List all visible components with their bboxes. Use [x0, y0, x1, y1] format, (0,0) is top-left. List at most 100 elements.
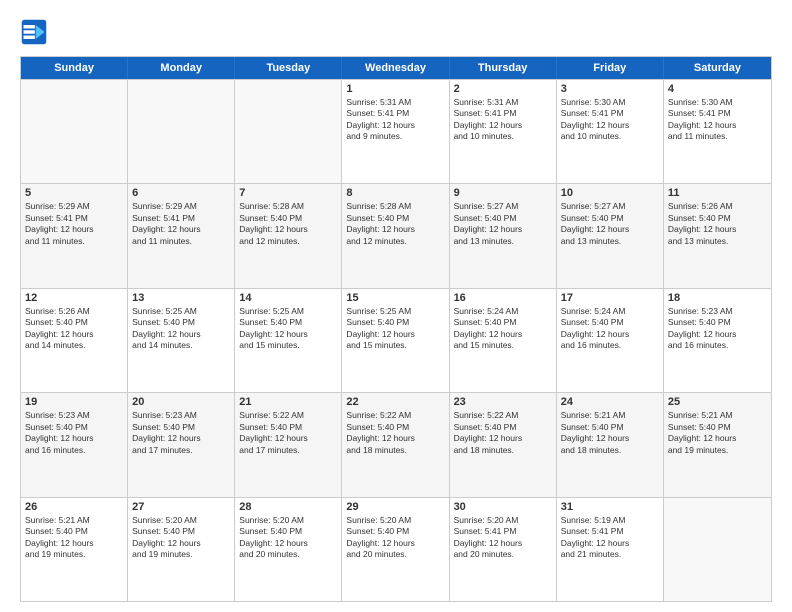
cell-text-line: and 20 minutes.: [346, 549, 444, 560]
calendar-header: SundayMondayTuesdayWednesdayThursdayFrid…: [21, 57, 771, 79]
cell-text-line: Sunrise: 5:20 AM: [239, 515, 337, 526]
cell-text-line: Daylight: 12 hours: [561, 120, 659, 131]
cell-text-line: and 17 minutes.: [132, 445, 230, 456]
cell-text-line: Sunset: 5:40 PM: [239, 422, 337, 433]
cell-text-line: and 16 minutes.: [668, 340, 767, 351]
cell-text-line: and 19 minutes.: [668, 445, 767, 456]
calendar-body: 1Sunrise: 5:31 AMSunset: 5:41 PMDaylight…: [21, 79, 771, 601]
cell-text-line: and 14 minutes.: [132, 340, 230, 351]
cell-text-line: Daylight: 12 hours: [239, 224, 337, 235]
day-number: 6: [132, 187, 230, 199]
cell-text-line: Daylight: 12 hours: [668, 329, 767, 340]
cell-text-line: Sunrise: 5:28 AM: [346, 201, 444, 212]
cal-cell-1-6: 3 Sunrise: 5:30 AMSunset: 5:41 PMDaylight…: [557, 80, 664, 183]
calendar: SundayMondayTuesdayWednesdayThursdayFrid…: [20, 56, 772, 602]
calendar-row-2: 5Sunrise: 5:29 AMSunset: 5:41 PMDaylight…: [21, 183, 771, 287]
cell-text-line: Sunset: 5:40 PM: [454, 213, 552, 224]
cell-text-line: and 15 minutes.: [239, 340, 337, 351]
cal-cell-4-2: 20Sunrise: 5:23 AMSunset: 5:40 PMDayligh…: [128, 393, 235, 496]
cell-text-line: Sunset: 5:40 PM: [454, 422, 552, 433]
cell-text-line: and 12 minutes.: [346, 236, 444, 247]
day-number: 5: [25, 187, 123, 199]
cal-cell-4-3: 21Sunrise: 5:22 AMSunset: 5:40 PMDayligh…: [235, 393, 342, 496]
cell-text-line: Sunrise: 5:23 AM: [25, 410, 123, 421]
cell-text-line: and 11 minutes.: [132, 236, 230, 247]
cell-text-line: Sunrise: 5:20 AM: [132, 515, 230, 526]
header-day-wednesday: Wednesday: [342, 57, 449, 79]
day-number: 13: [132, 292, 230, 304]
cell-text-line: Sunrise: 5:25 AM: [239, 306, 337, 317]
cal-cell-5-3: 28Sunrise: 5:20 AMSunset: 5:40 PMDayligh…: [235, 498, 342, 601]
cell-text-line: Sunset: 5:40 PM: [454, 317, 552, 328]
cal-cell-5-2: 27Sunrise: 5:20 AMSunset: 5:40 PMDayligh…: [128, 498, 235, 601]
cell-text-line: Sunrise: 5:31 AM: [346, 97, 444, 108]
cell-text-line: and 16 minutes.: [25, 445, 123, 456]
cal-cell-4-6: 24Sunrise: 5:21 AMSunset: 5:40 PMDayligh…: [557, 393, 664, 496]
day-number: 3: [561, 83, 659, 95]
cal-cell-2-5: 9Sunrise: 5:27 AMSunset: 5:40 PMDaylight…: [450, 184, 557, 287]
cal-cell-2-2: 6Sunrise: 5:29 AMSunset: 5:41 PMDaylight…: [128, 184, 235, 287]
day-number: 29: [346, 501, 444, 513]
cell-text-line: Sunset: 5:40 PM: [668, 317, 767, 328]
cell-text-line: Sunrise: 5:30 AM: [561, 97, 659, 108]
cell-text-line: Daylight: 12 hours: [25, 433, 123, 444]
header-day-friday: Friday: [557, 57, 664, 79]
cell-text-line: Sunrise: 5:27 AM: [561, 201, 659, 212]
cell-text-line: and 11 minutes.: [668, 131, 767, 142]
cell-text-line: Sunset: 5:40 PM: [561, 422, 659, 433]
cell-text-line: Sunset: 5:40 PM: [239, 526, 337, 537]
cell-text-line: Sunset: 5:40 PM: [346, 526, 444, 537]
cell-text-line: Sunset: 5:40 PM: [25, 422, 123, 433]
cal-cell-2-3: 7Sunrise: 5:28 AMSunset: 5:40 PMDaylight…: [235, 184, 342, 287]
cell-text-line: Daylight: 12 hours: [561, 329, 659, 340]
cell-text-line: Daylight: 12 hours: [132, 224, 230, 235]
cell-text-line: Sunset: 5:40 PM: [346, 422, 444, 433]
cal-cell-2-6: 10Sunrise: 5:27 AMSunset: 5:40 PMDayligh…: [557, 184, 664, 287]
cell-text-line: Daylight: 12 hours: [132, 433, 230, 444]
day-number: 23: [454, 396, 552, 408]
cell-text-line: Sunset: 5:40 PM: [346, 317, 444, 328]
cell-text-line: Sunrise: 5:23 AM: [668, 306, 767, 317]
cell-text-line: Sunrise: 5:22 AM: [454, 410, 552, 421]
cal-cell-1-3: [235, 80, 342, 183]
cell-text-line: Daylight: 12 hours: [454, 224, 552, 235]
day-number: 4: [668, 83, 767, 95]
cell-text-line: and 14 minutes.: [25, 340, 123, 351]
cell-text-line: Sunrise: 5:21 AM: [25, 515, 123, 526]
cell-text-line: Daylight: 12 hours: [346, 329, 444, 340]
day-number: 10: [561, 187, 659, 199]
cell-text-line: Sunset: 5:41 PM: [561, 108, 659, 119]
cell-text-line: Sunset: 5:40 PM: [25, 317, 123, 328]
cal-cell-5-1: 26Sunrise: 5:21 AMSunset: 5:40 PMDayligh…: [21, 498, 128, 601]
cell-text-line: and 9 minutes.: [346, 131, 444, 142]
cal-cell-5-4: 29Sunrise: 5:20 AMSunset: 5:40 PMDayligh…: [342, 498, 449, 601]
cell-text-line: Daylight: 12 hours: [454, 433, 552, 444]
day-number: 9: [454, 187, 552, 199]
cell-text-line: Sunset: 5:40 PM: [668, 213, 767, 224]
cell-text-line: Sunset: 5:40 PM: [561, 317, 659, 328]
header-day-thursday: Thursday: [450, 57, 557, 79]
cell-text-line: Daylight: 12 hours: [346, 120, 444, 131]
cell-text-line: Daylight: 12 hours: [454, 120, 552, 131]
cal-cell-3-2: 13Sunrise: 5:25 AMSunset: 5:40 PMDayligh…: [128, 289, 235, 392]
day-number: 1: [346, 83, 444, 95]
cell-text-line: and 10 minutes.: [454, 131, 552, 142]
cell-text-line: Daylight: 12 hours: [561, 224, 659, 235]
cell-text-line: Sunrise: 5:31 AM: [454, 97, 552, 108]
cell-text-line: and 21 minutes.: [561, 549, 659, 560]
cell-text-line: Sunrise: 5:20 AM: [346, 515, 444, 526]
cell-text-line: Daylight: 12 hours: [668, 224, 767, 235]
day-number: 28: [239, 501, 337, 513]
cell-text-line: Daylight: 12 hours: [25, 538, 123, 549]
cell-text-line: Sunrise: 5:22 AM: [346, 410, 444, 421]
cell-text-line: Daylight: 12 hours: [668, 433, 767, 444]
cell-text-line: and 17 minutes.: [239, 445, 337, 456]
cell-text-line: Daylight: 12 hours: [132, 538, 230, 549]
cell-text-line: Sunset: 5:41 PM: [346, 108, 444, 119]
calendar-row-1: 1Sunrise: 5:31 AMSunset: 5:41 PMDaylight…: [21, 79, 771, 183]
logo: [20, 18, 52, 46]
logo-icon: [20, 18, 48, 46]
cal-cell-2-1: 5Sunrise: 5:29 AMSunset: 5:41 PMDaylight…: [21, 184, 128, 287]
cell-text-line: Sunrise: 5:25 AM: [346, 306, 444, 317]
cal-cell-5-6: 31Sunrise: 5:19 AMSunset: 5:41 PMDayligh…: [557, 498, 664, 601]
